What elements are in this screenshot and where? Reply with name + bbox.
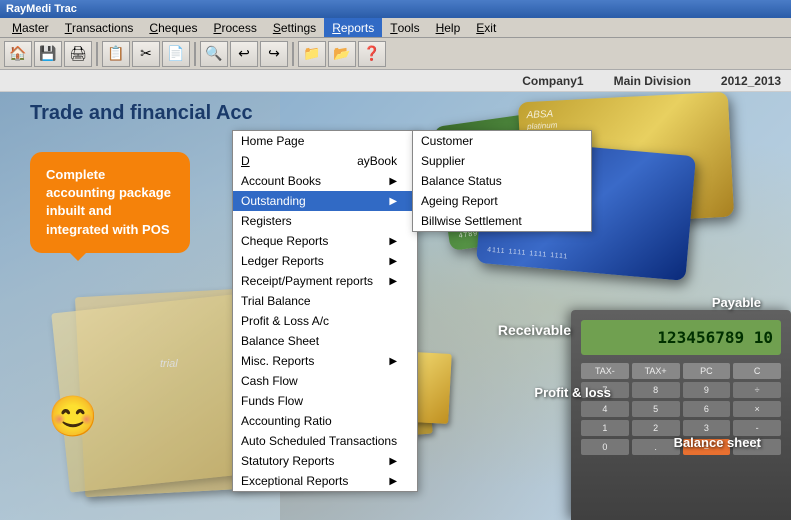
toolbar-new[interactable]: 📄 [162,41,190,67]
toolbar: 🏠 💾 🖨 📋 ✂ 📄 🔍 ↩ ↪ 📁 📂 ❓ [0,38,791,70]
menu-exit[interactable]: Exit [468,18,504,37]
toolbar-undo[interactable]: ↩ [230,41,258,67]
receivable-label: Receivable [498,322,571,338]
calc-key: . [632,439,680,455]
calc-key: PC [683,363,731,379]
menu-reports[interactable]: Reports [324,18,382,37]
menu-auto-scheduled[interactable]: Auto Scheduled Transactions [233,431,417,451]
menu-tools[interactable]: Tools [382,18,427,37]
menu-profit-loss[interactable]: Profit & Loss A/c [233,311,417,331]
menu-bar: Master Transactions Cheques Process Sett… [0,18,791,38]
menu-transactions[interactable]: Transactions [57,18,142,37]
trial-label: trial [160,358,178,370]
company-name: Company1 [522,74,583,88]
toolbar-open[interactable]: 📂 [328,41,356,67]
toolbar-help[interactable]: ❓ [358,41,386,67]
menu-account-books[interactable]: Account Books ▶ [233,171,417,191]
calc-key: 3 [683,420,731,436]
menu-funds-flow[interactable]: Funds Flow [233,391,417,411]
calc-key: TAX- [581,363,629,379]
menu-cheques[interactable]: Cheques [141,18,205,37]
calc-key: × [733,401,781,417]
menu-receipt-payment[interactable]: Receipt/Payment reports ▶ [233,271,417,291]
division-name: Main Division [614,74,691,88]
menu-outstanding[interactable]: Outstanding ▶ [233,191,417,211]
reports-menu: Home Page DayBook Account Books ▶ Outsta… [232,130,418,492]
profitloss-label: Profit & loss [534,385,611,400]
toolbar-cut[interactable]: ✂ [132,41,160,67]
menu-accounting-ratio[interactable]: Accounting Ratio [233,411,417,431]
menu-misc-reports[interactable]: Misc. Reports ▶ [233,351,417,371]
toolbar-copy[interactable]: 📋 [102,41,130,67]
payable-label: Payable [712,295,761,310]
menu-exceptional[interactable]: Exceptional Reports ▶ [233,471,417,491]
toolbar-redo[interactable]: ↪ [260,41,288,67]
toolbar-print[interactable]: 🖨 [64,41,92,67]
toolbar-save[interactable]: 💾 [34,41,62,67]
calc-screen: 123456789 10 [581,320,781,355]
submenu-supplier[interactable]: Supplier [413,151,591,171]
outstanding-submenu: Customer Supplier Balance Status Ageing … [412,130,592,232]
menu-help[interactable]: Help [428,18,469,37]
menu-process[interactable]: Process [205,18,264,37]
calc-key: 2 [632,420,680,436]
trade-label: Trade and financial Acc [30,102,253,125]
submenu-ageing-report[interactable]: Ageing Report [413,191,591,211]
calc-key: 1 [581,420,629,436]
main-content: ABSA platinum 4789 3456 7890 ABSA platin… [0,92,791,520]
toolbar-home[interactable]: 🏠 [4,41,32,67]
calc-key: 8 [632,382,680,398]
balancesheet-label: Balance sheet [674,435,761,450]
menu-ledger-reports[interactable]: Ledger Reports ▶ [233,251,417,271]
menu-balance-sheet[interactable]: Balance Sheet [233,331,417,351]
app-title: RayMedi Trac [6,3,77,15]
speech-bubble: Complete accounting package inbuilt and … [30,152,190,253]
calc-key: 0 [581,439,629,455]
toolbar-find[interactable]: 🔍 [200,41,228,67]
smiley-face: 😊 [48,393,98,440]
calc-key: C [733,363,781,379]
menu-statutory[interactable]: Statutory Reports ▶ [233,451,417,471]
calc-key: 6 [683,401,731,417]
submenu-billwise[interactable]: Billwise Settlement [413,211,591,231]
title-bar: RayMedi Trac [0,0,791,18]
calc-key: ÷ [733,382,781,398]
menu-settings[interactable]: Settings [265,18,324,37]
calc-key: 4 [581,401,629,417]
menu-master[interactable]: Master [4,18,57,37]
calc-key: TAX+ [632,363,680,379]
calc-key: 9 [683,382,731,398]
menu-registers[interactable]: Registers [233,211,417,231]
menu-trial-balance[interactable]: Trial Balance [233,291,417,311]
menu-cheque-reports[interactable]: Cheque Reports ▶ [233,231,417,251]
calc-key: 5 [632,401,680,417]
header-info: Company1 Main Division 2012_2013 [0,70,791,92]
calc-key: - [733,420,781,436]
menu-home-page[interactable]: Home Page [233,131,417,151]
menu-daybook[interactable]: DayBook [233,151,417,171]
menu-cash-flow[interactable]: Cash Flow [233,371,417,391]
fiscal-year: 2012_2013 [721,74,781,88]
calculator: 123456789 10 TAX- TAX+ PC C 7 8 9 ÷ 4 5 … [571,310,791,520]
toolbar-folder[interactable]: 📁 [298,41,326,67]
submenu-customer[interactable]: Customer [413,131,591,151]
submenu-balance-status[interactable]: Balance Status [413,171,591,191]
